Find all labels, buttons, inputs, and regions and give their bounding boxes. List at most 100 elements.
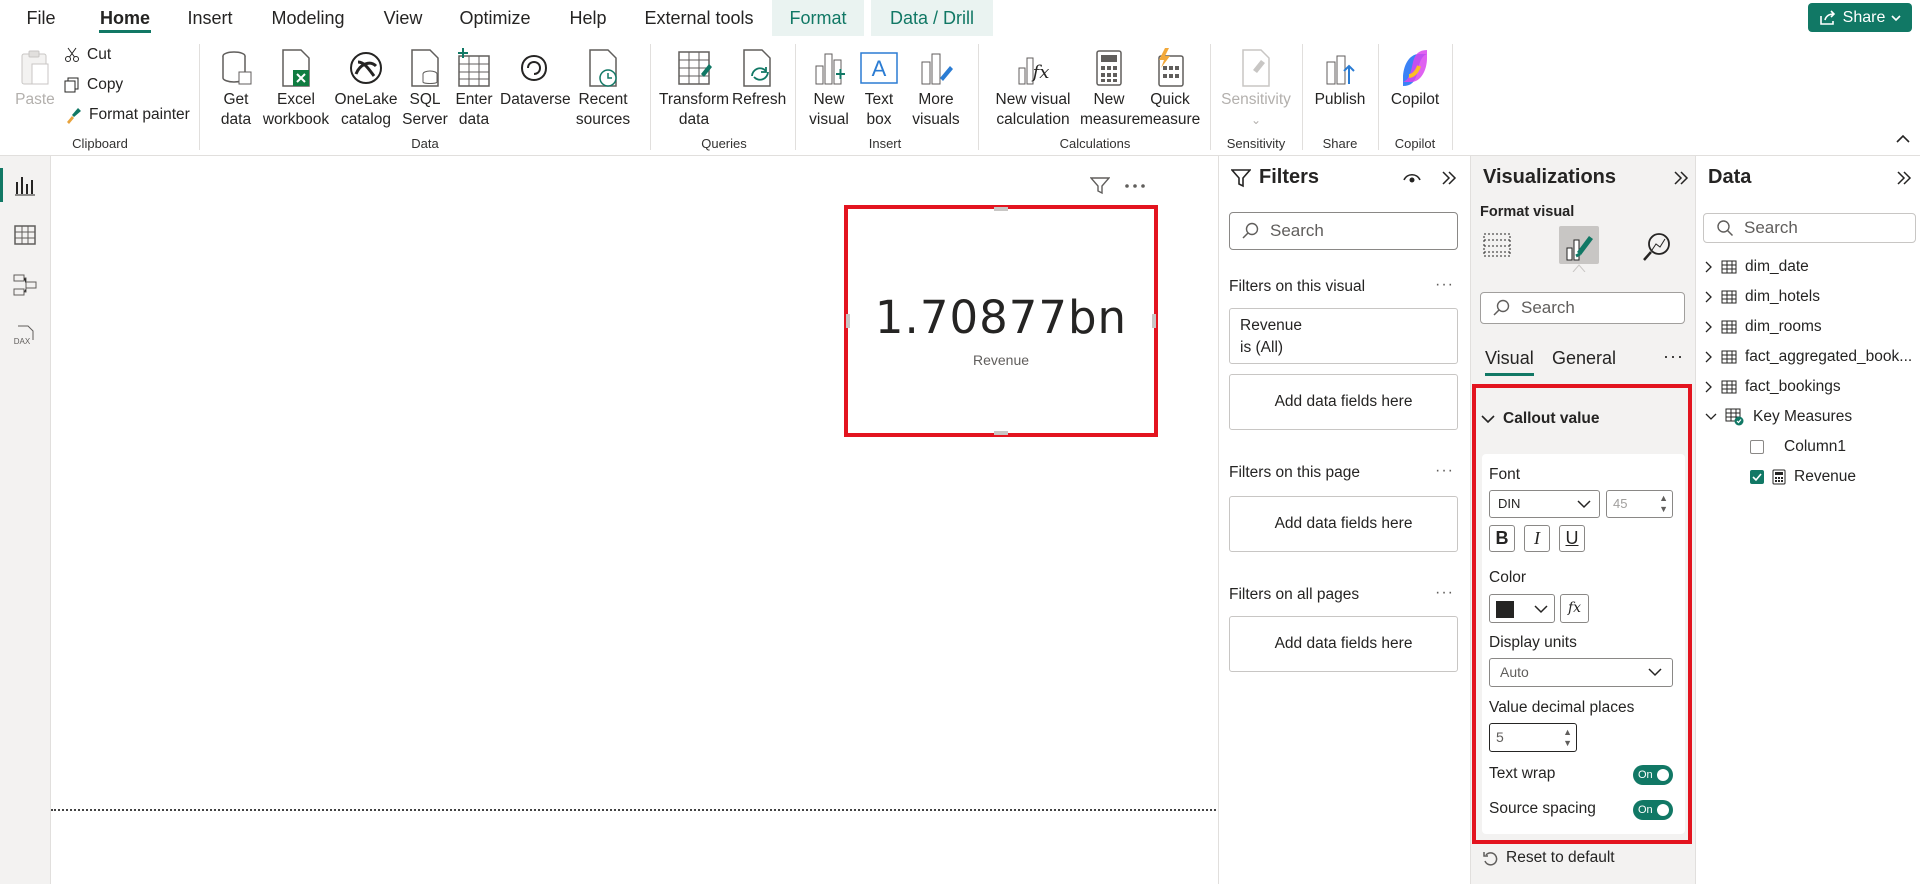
table-item-fact-aggregated-bookings[interactable]: fact_aggregated_book... — [1705, 348, 1912, 366]
share-button[interactable]: Share — [1808, 3, 1912, 32]
filter-icon[interactable] — [1090, 177, 1110, 195]
card-visual[interactable]: 1.70877bn Revenue — [844, 205, 1158, 437]
group-label-insert: Insert — [868, 136, 902, 151]
cut-button[interactable]: Cut — [64, 46, 111, 64]
more-options-icon[interactable] — [1124, 183, 1146, 189]
table-item-dim-rooms[interactable]: dim_rooms — [1705, 318, 1822, 336]
transform-data-button[interactable]: Transform data — [658, 48, 730, 130]
analytics-icon[interactable] — [1641, 228, 1675, 262]
copy-button[interactable]: Copy — [64, 76, 123, 94]
format-search-input[interactable]: Search — [1480, 292, 1685, 324]
format-painter-button[interactable]: Format painter — [64, 106, 190, 124]
onelake-catalog-button[interactable]: OneLake catalog — [332, 48, 400, 130]
add-fields-all-pages-dropzone[interactable]: Add data fields here — [1229, 616, 1458, 672]
sensitivity-button[interactable]: Sensitivity ⌄ — [1220, 48, 1292, 130]
recent-sources-button[interactable]: Recent sources — [570, 48, 636, 130]
more-options-icon[interactable]: ··· — [1435, 584, 1454, 602]
transform-label-1: Transform — [658, 91, 730, 108]
more-visuals-button[interactable]: More visuals — [906, 48, 966, 130]
dataverse-button[interactable]: Dataverse — [500, 48, 571, 110]
tab-optimize[interactable]: Optimize — [458, 0, 532, 36]
collapse-pane-icon[interactable] — [1441, 170, 1457, 186]
tab-format[interactable]: Format — [772, 0, 864, 36]
model-view-icon[interactable] — [12, 272, 38, 298]
onelake-label-2: catalog — [341, 111, 391, 128]
enter-data-button[interactable]: Enter data — [450, 48, 498, 130]
undo-icon — [1482, 850, 1498, 866]
active-indicator — [0, 168, 3, 202]
text-box-button[interactable]: A Text box — [856, 48, 902, 130]
excel-workbook-button[interactable]: Excel workbook — [262, 48, 330, 130]
resize-handle[interactable] — [994, 207, 1008, 211]
tab-visual[interactable]: Visual — [1485, 348, 1534, 376]
tab-file[interactable]: File — [20, 0, 62, 36]
dax-query-view-icon[interactable]: DAX — [12, 322, 38, 348]
filters-on-visual-heading: Filters on this visual — [1229, 278, 1366, 295]
publish-button[interactable]: Publish — [1312, 48, 1368, 110]
more-options-icon[interactable]: ··· — [1435, 276, 1454, 294]
field-checkbox-checked[interactable] — [1750, 470, 1764, 484]
transform-label-2: data — [678, 111, 710, 128]
paste-button[interactable]: Paste — [12, 48, 58, 110]
visual-calculation-icon: fx — [990, 48, 1076, 88]
reset-to-default-button[interactable]: Reset to default — [1482, 849, 1615, 867]
filter-field-name: Revenue — [1240, 317, 1303, 334]
field-item-column1[interactable]: Column1 — [1750, 438, 1846, 456]
filters-on-all-pages-heading: Filters on all pages — [1229, 586, 1360, 603]
tab-general[interactable]: General — [1552, 348, 1616, 369]
add-fields-page-dropzone[interactable]: Add data fields here — [1229, 496, 1458, 552]
new-visual-calculation-button[interactable]: fx New visual calculation — [990, 48, 1076, 130]
get-data-button[interactable]: Get data — [212, 48, 260, 130]
filter-icon — [1231, 168, 1251, 188]
table-item-fact-bookings[interactable]: fact_bookings — [1705, 378, 1841, 396]
add-fields-visual-dropzone[interactable]: Add data fields here — [1229, 374, 1458, 430]
report-view-icon[interactable] — [12, 172, 38, 198]
collapse-ribbon-icon[interactable] — [1896, 134, 1910, 144]
quick-measure-button[interactable]: Quick measure — [1140, 48, 1200, 130]
scissors-icon — [64, 47, 80, 63]
more-options-icon[interactable]: ··· — [1663, 346, 1684, 367]
sql-label-2: Server — [402, 111, 448, 128]
table-view-icon[interactable] — [12, 222, 38, 248]
format-painter-label: Format painter — [89, 106, 190, 123]
resize-handle[interactable] — [1152, 314, 1156, 328]
group-separator — [1378, 44, 1379, 150]
new-measure-button[interactable]: New measure — [1080, 48, 1140, 130]
copilot-button[interactable]: Copilot — [1386, 48, 1444, 110]
field-name: Revenue — [1794, 468, 1857, 485]
format-visual-subtitle: Format visual — [1480, 204, 1575, 220]
field-item-revenue[interactable]: Revenue — [1750, 468, 1856, 486]
tab-modeling[interactable]: Modeling — [268, 0, 348, 36]
sql-server-button[interactable]: SQL Server — [402, 48, 448, 130]
more-options-icon[interactable]: ··· — [1435, 462, 1454, 480]
build-visual-icon[interactable] — [1481, 228, 1515, 262]
tab-external-tools[interactable]: External tools — [643, 0, 755, 36]
collapse-pane-icon[interactable] — [1673, 170, 1689, 186]
resize-handle[interactable] — [846, 314, 850, 328]
refresh-button[interactable]: Refresh — [732, 48, 786, 110]
filters-search-input[interactable]: Search — [1229, 212, 1458, 250]
revenue-filter-card[interactable]: Revenue is (All) — [1229, 308, 1458, 364]
table-item-key-measures[interactable]: Key Measures — [1705, 408, 1852, 426]
new-visual-button[interactable]: New visual — [806, 48, 852, 130]
table-item-dim-hotels[interactable]: dim_hotels — [1705, 288, 1820, 306]
table-item-dim-date[interactable]: dim_date — [1705, 258, 1809, 276]
copilot-icon — [1386, 48, 1444, 88]
search-icon — [1242, 222, 1260, 240]
group-separator — [1302, 44, 1303, 150]
eye-icon[interactable] — [1403, 172, 1421, 184]
get-data-label-2: data — [220, 111, 252, 128]
table-icon — [1721, 260, 1737, 274]
tab-help[interactable]: Help — [567, 0, 609, 36]
collapse-pane-icon[interactable] — [1896, 170, 1912, 186]
tab-data-drill[interactable]: Data / Drill — [871, 0, 993, 36]
format-visual-icon[interactable] — [1559, 226, 1599, 264]
field-checkbox[interactable] — [1750, 440, 1764, 454]
tab-insert[interactable]: Insert — [185, 0, 235, 36]
tab-view[interactable]: View — [382, 0, 424, 36]
recent-label-1: Recent — [578, 91, 628, 108]
data-search-input[interactable]: Search — [1703, 213, 1916, 243]
resize-handle[interactable] — [994, 431, 1008, 435]
new-measure-label-1: New — [1093, 91, 1125, 108]
tab-home[interactable]: Home — [99, 0, 151, 36]
